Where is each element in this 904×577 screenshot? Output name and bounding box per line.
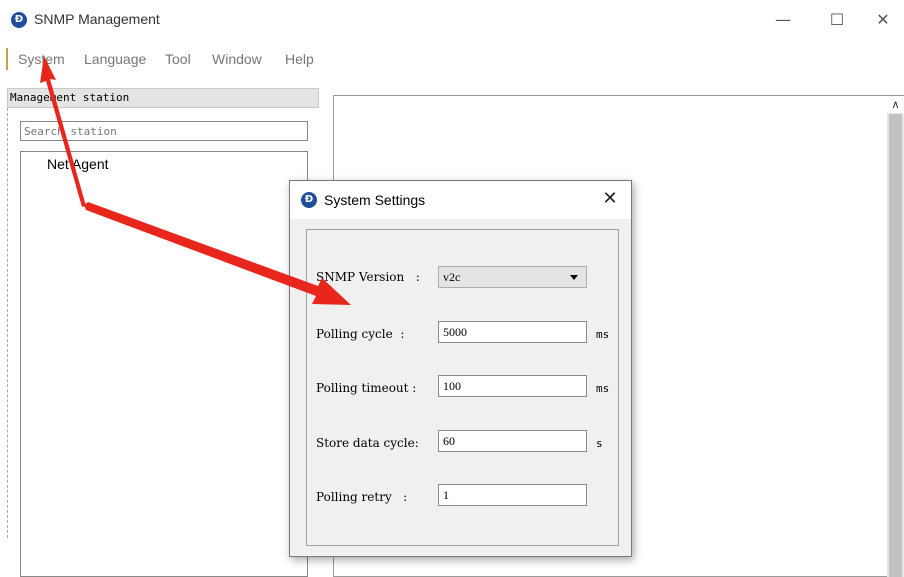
app-icon: Ɖ	[11, 12, 27, 28]
scroll-up-icon[interactable]: ∧	[887, 96, 904, 113]
menu-edge-marker	[6, 48, 8, 70]
search-station-input[interactable]	[20, 121, 308, 141]
tree-item-net-agent[interactable]: Net Agent	[47, 156, 109, 172]
menu-window[interactable]: Window	[212, 51, 262, 67]
store-data-cycle-input[interactable]: 60	[438, 430, 587, 452]
dialog-close-button[interactable]: ✕	[597, 186, 623, 212]
polling-timeout-unit: ms	[596, 382, 610, 395]
menu-help[interactable]: Help	[285, 51, 314, 67]
panel-header: Management station	[7, 88, 319, 108]
polling-cycle-unit: ms	[596, 328, 610, 341]
settings-group: SNMP Version : v2c Polling cycle : 5000 …	[306, 229, 619, 546]
close-button[interactable]: ✕	[860, 6, 904, 34]
menu-system[interactable]: System	[18, 51, 65, 67]
snmp-version-select[interactable]: v2c	[438, 266, 587, 288]
dialog-title: System Settings	[324, 192, 426, 208]
store-data-cycle-label: Store data cycle:	[316, 436, 419, 450]
store-data-cycle-unit: s	[596, 437, 603, 450]
title-bar: Ɖ SNMP Management — ☐ ✕	[0, 0, 904, 40]
polling-cycle-input[interactable]: 5000	[438, 321, 587, 343]
scroll-thumb[interactable]	[889, 114, 902, 577]
polling-cycle-label: Polling cycle :	[316, 327, 405, 341]
menu-tool[interactable]: Tool	[165, 51, 191, 67]
dialog-title-bar: Ɖ System Settings ✕	[290, 181, 631, 219]
minimize-button[interactable]: —	[760, 6, 806, 34]
maximize-button[interactable]: ☐	[814, 6, 860, 34]
dialog-app-icon: Ɖ	[301, 192, 317, 208]
vertical-scrollbar[interactable]: ∧	[887, 96, 904, 577]
menu-language[interactable]: Language	[84, 51, 146, 67]
management-station-panel: Management station Net Agent	[7, 88, 319, 577]
polling-timeout-input[interactable]: 100	[438, 375, 587, 397]
chevron-down-icon	[570, 275, 578, 280]
snmp-version-value: v2c	[443, 270, 461, 284]
window-title: SNMP Management	[34, 11, 160, 27]
polling-retry-input[interactable]: 1	[438, 484, 587, 506]
station-tree: Net Agent	[20, 151, 308, 577]
snmp-version-label: SNMP Version :	[316, 270, 420, 284]
polling-retry-label: Polling retry :	[316, 490, 408, 504]
menu-bar: System Language Tool Window Help	[0, 40, 904, 74]
polling-timeout-label: Polling timeout :	[316, 381, 417, 395]
system-settings-dialog: Ɖ System Settings ✕ SNMP Version : v2c P…	[289, 180, 632, 557]
